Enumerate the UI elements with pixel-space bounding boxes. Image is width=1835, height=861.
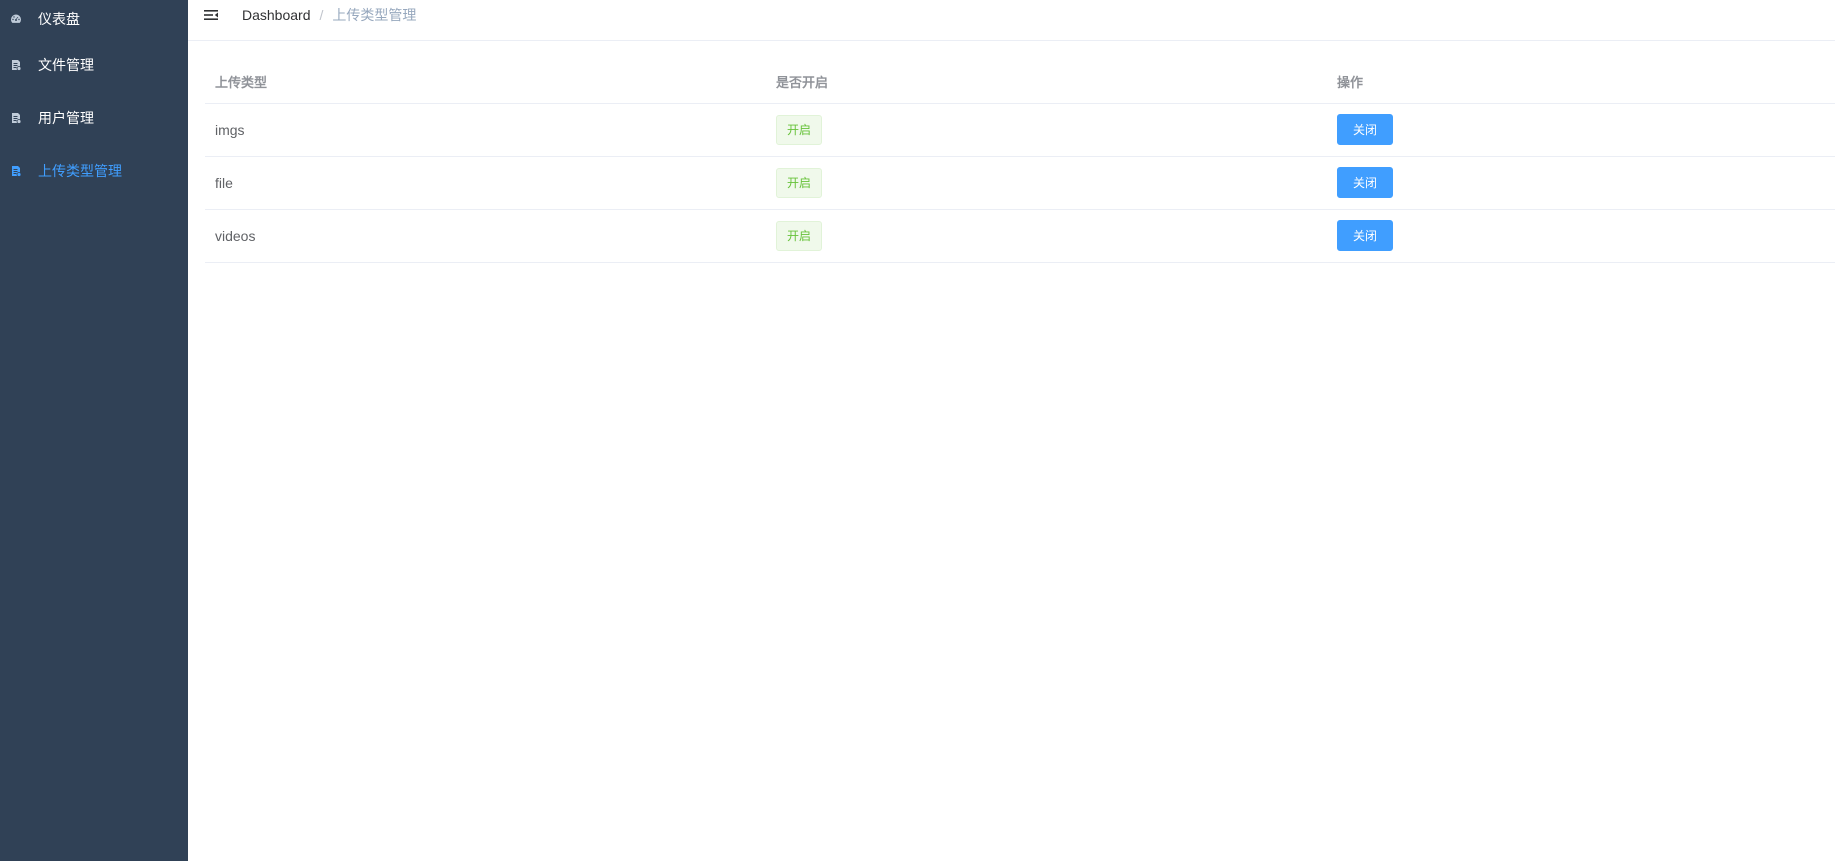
upload-type-table: 上传类型 是否开启 操作 imgs 开启 关闭 file 开启 关闭 video… <box>205 60 1835 263</box>
upload-type-cell: videos <box>205 209 766 263</box>
sidebar-item-user-management[interactable]: 用户管理 <box>0 91 188 144</box>
status-tag: 开启 <box>776 114 823 145</box>
action-cell: 关闭 <box>1327 103 1835 157</box>
status-tag: 开启 <box>776 220 823 251</box>
sidebar-item-label: 仪表盘 <box>38 11 80 27</box>
column-header-upload-type: 上传类型 <box>205 60 766 104</box>
document-icon <box>10 112 22 124</box>
dashboard-icon <box>10 13 22 25</box>
document-icon <box>10 59 22 71</box>
sidebar-item-label: 文件管理 <box>38 56 94 73</box>
action-cell: 关闭 <box>1327 209 1835 263</box>
upload-type-cell: file <box>205 156 766 210</box>
breadcrumb-current: 上传类型管理 <box>332 7 417 23</box>
document-icon <box>10 165 22 177</box>
table-header-row: 上传类型 是否开启 操作 <box>205 60 1835 104</box>
status-cell: 开启 <box>766 156 1327 210</box>
status-tag: 开启 <box>776 167 823 198</box>
table-row: videos 开启 关闭 <box>205 209 1835 263</box>
sidebar-item-file-management[interactable]: 文件管理 <box>0 38 188 91</box>
column-header-enabled: 是否开启 <box>766 60 1327 104</box>
close-button[interactable]: 关闭 <box>1337 167 1394 198</box>
close-button[interactable]: 关闭 <box>1337 114 1394 145</box>
sidebar-item-upload-type-management[interactable]: 上传类型管理 <box>0 144 188 197</box>
table-row: imgs 开启 关闭 <box>205 103 1835 157</box>
breadcrumb-home-link[interactable]: Dashboard <box>242 7 311 23</box>
sidebar: 仪表盘 文件管理 用户管理 上传类型管理 <box>0 0 188 861</box>
status-cell: 开启 <box>766 103 1327 157</box>
action-cell: 关闭 <box>1327 156 1835 210</box>
sidebar-item-label: 用户管理 <box>38 109 94 126</box>
navbar: Dashboard / 上传类型管理 <box>188 0 1835 41</box>
upload-type-cell: imgs <box>205 103 766 157</box>
column-header-action: 操作 <box>1327 60 1835 104</box>
status-cell: 开启 <box>766 209 1327 263</box>
sidebar-item-label: 上传类型管理 <box>38 162 122 179</box>
main-content: Dashboard / 上传类型管理 上传类型 是否开启 操作 imgs 开启 … <box>188 0 1835 861</box>
hamburger-icon[interactable] <box>203 7 219 23</box>
sidebar-item-dashboard[interactable]: 仪表盘 <box>0 0 188 38</box>
close-button[interactable]: 关闭 <box>1337 220 1394 251</box>
breadcrumb-separator: / <box>319 7 324 23</box>
breadcrumb: Dashboard / 上传类型管理 <box>242 7 416 23</box>
table-row: file 开启 关闭 <box>205 156 1835 210</box>
